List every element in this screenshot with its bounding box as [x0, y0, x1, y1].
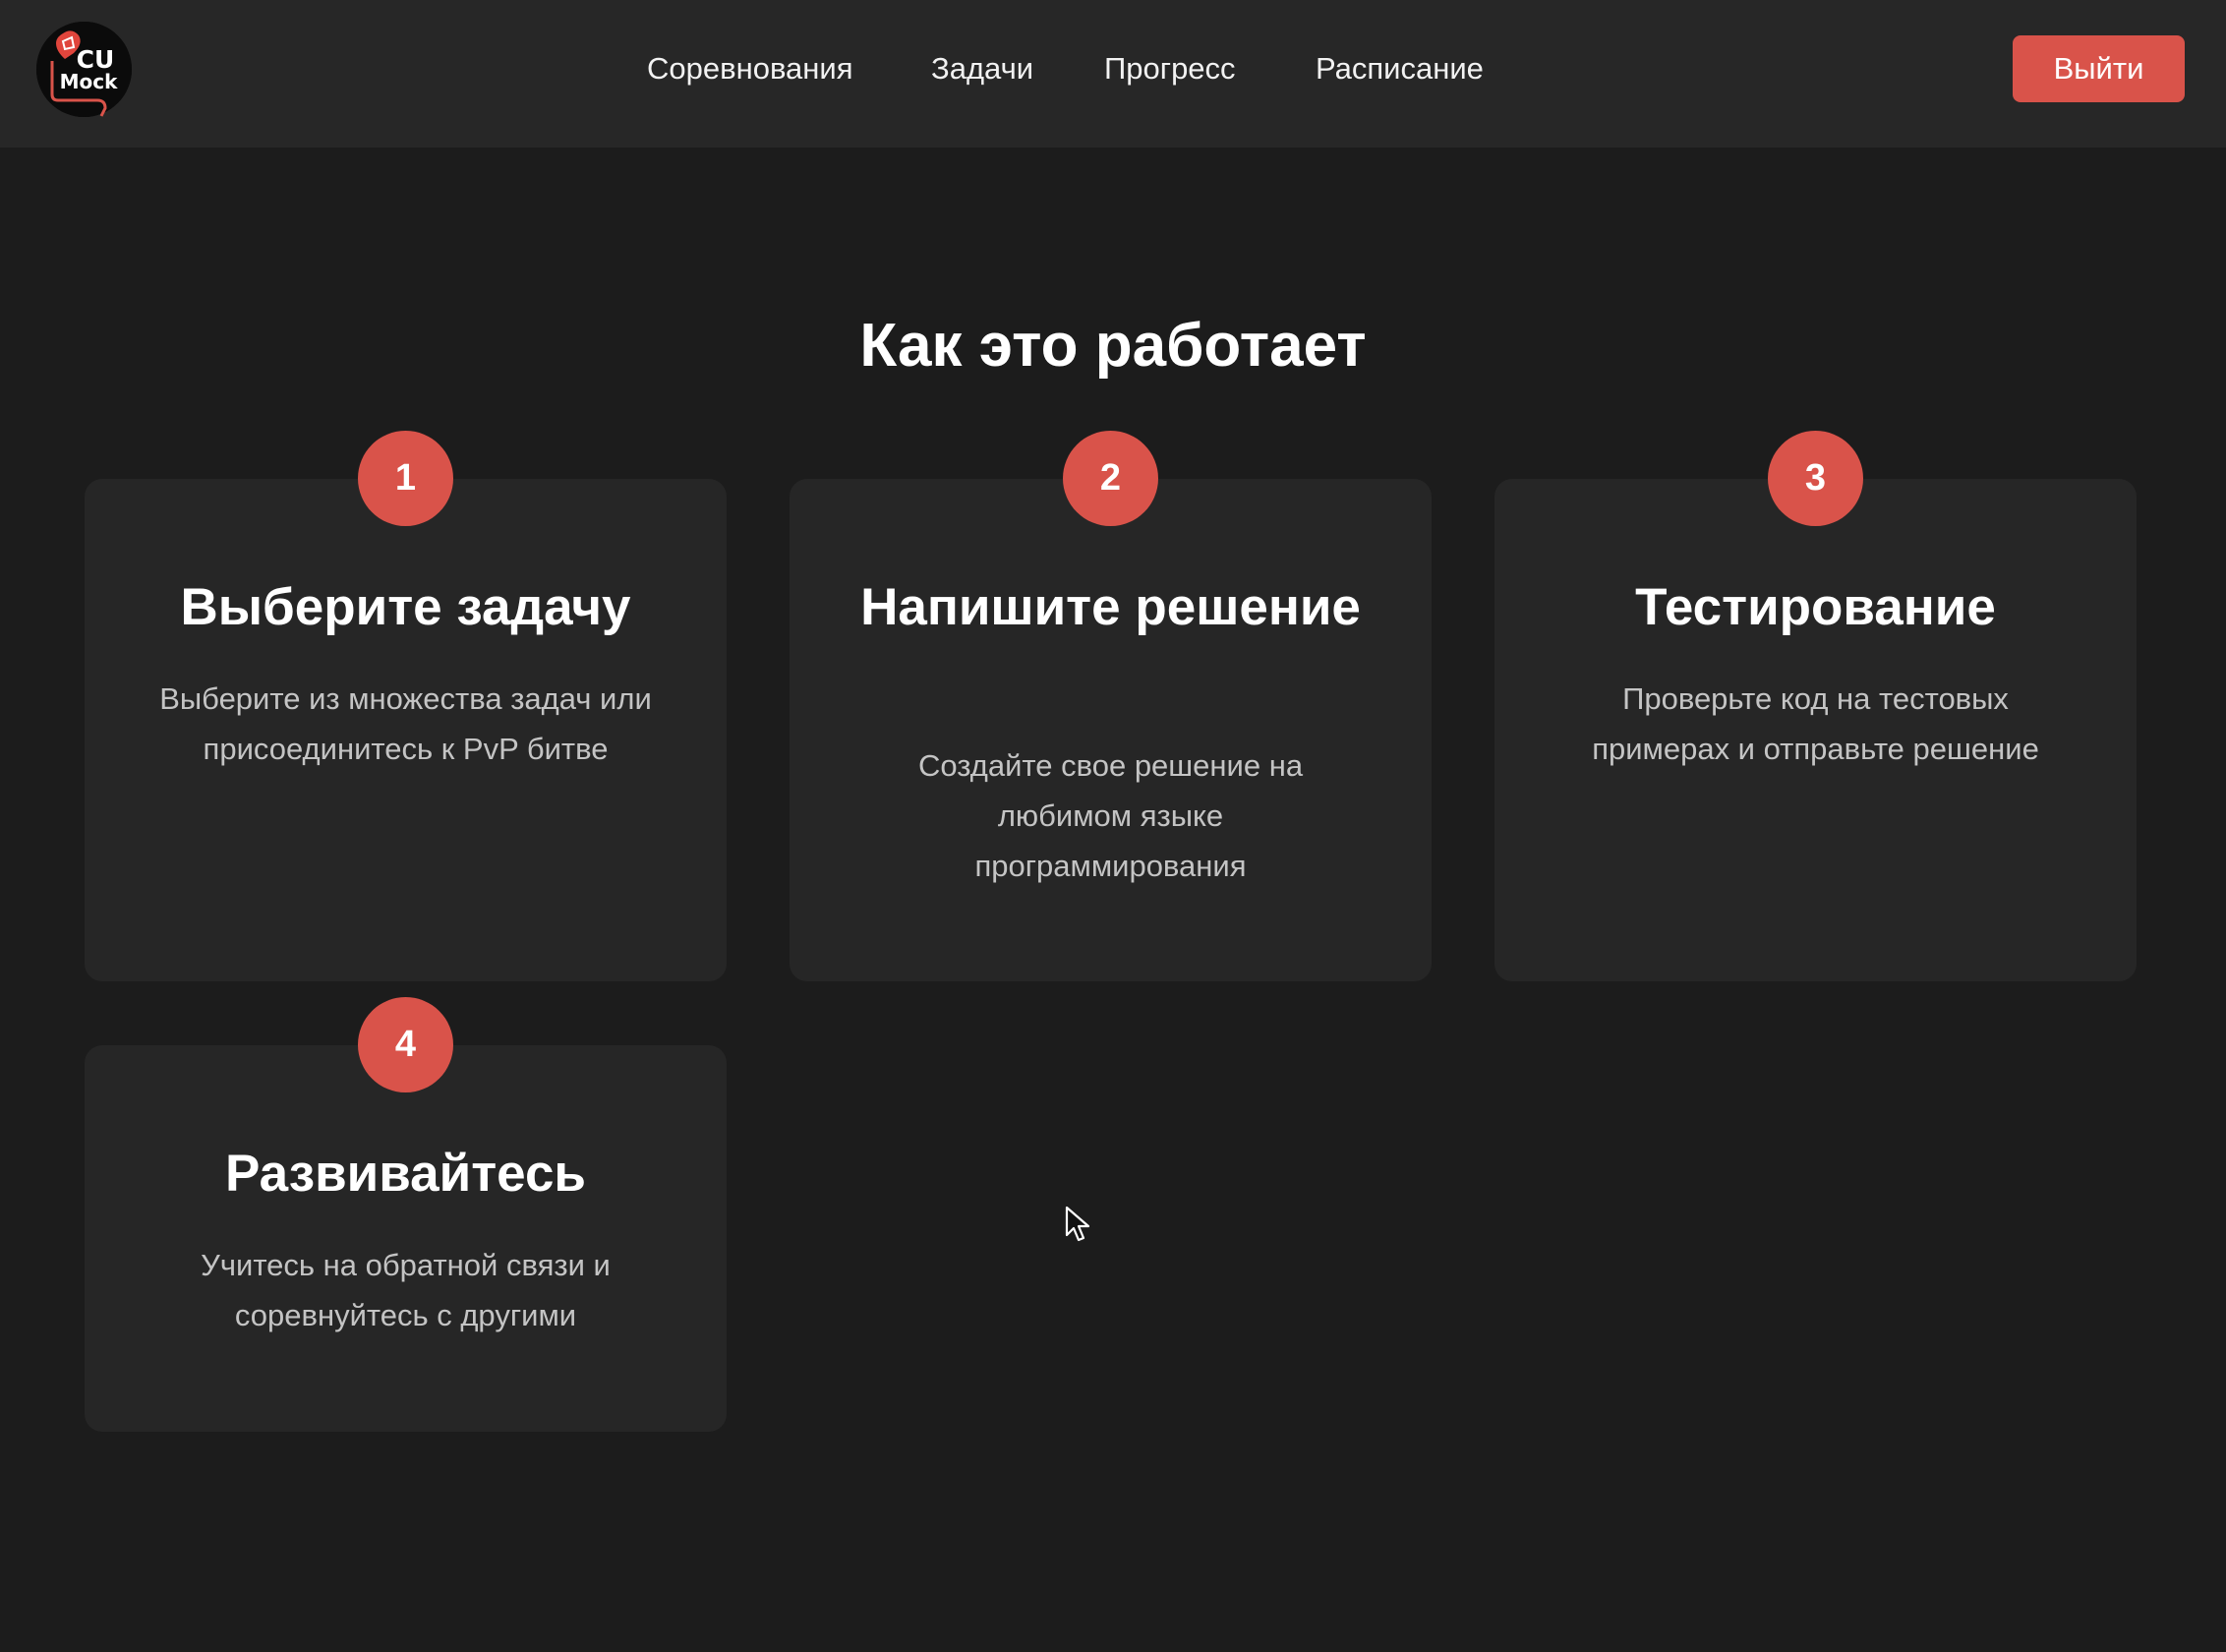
step-title: Развивайтесь — [224, 1145, 586, 1203]
step-number-badge: 3 — [1768, 431, 1863, 526]
nav-link-competitions[interactable]: Соревнования — [647, 47, 853, 90]
top-navbar: CU Mock Соревнования Задачи Прогресс Рас… — [0, 0, 2226, 148]
step-card-4: 4 Развивайтесь Учитесь на обратной связи… — [85, 997, 727, 1432]
step-number-badge: 2 — [1063, 431, 1158, 526]
step-card-1: 1 Выберите задачу Выберите из множества … — [85, 431, 727, 981]
logo-text-line1: CU — [76, 45, 115, 74]
step-description: Выберите из множества задач или присоеди… — [159, 681, 652, 766]
logo-text-line2: Mock — [59, 70, 118, 93]
step-card-3: 3 Тестирование Проверьте код на тестовых… — [1494, 431, 2137, 981]
section-title: Как это работает — [859, 312, 1367, 380]
nav-link-schedule[interactable]: Расписание — [1316, 47, 1484, 90]
step-description: Создайте свое решение на любимом языке п… — [917, 748, 1304, 883]
step-title: Напишите решение — [860, 578, 1361, 636]
logo-text: CU Mock — [54, 45, 123, 93]
mouse-pointer-icon — [1065, 1206, 1090, 1242]
cu-mock-logo-icon[interactable]: CU Mock — [36, 22, 132, 117]
step-number-badge: 1 — [358, 431, 453, 526]
step-description: Учитесь на обратной связи и соревнуйтесь… — [201, 1248, 611, 1332]
step-title: Выберите задачу — [180, 578, 631, 636]
nav-link-progress[interactable]: Прогресс — [1104, 47, 1236, 90]
step-card-2: 2 Напишите решение Создайте свое решение… — [790, 431, 1432, 981]
step-number-badge: 4 — [358, 997, 453, 1092]
step-title: Тестирование — [1635, 578, 1996, 636]
nav-link-tasks[interactable]: Задачи — [931, 47, 1033, 90]
logout-button[interactable]: Выйти — [2013, 35, 2185, 102]
step-description: Проверьте код на тестовых примерах и отп… — [1592, 681, 2039, 766]
